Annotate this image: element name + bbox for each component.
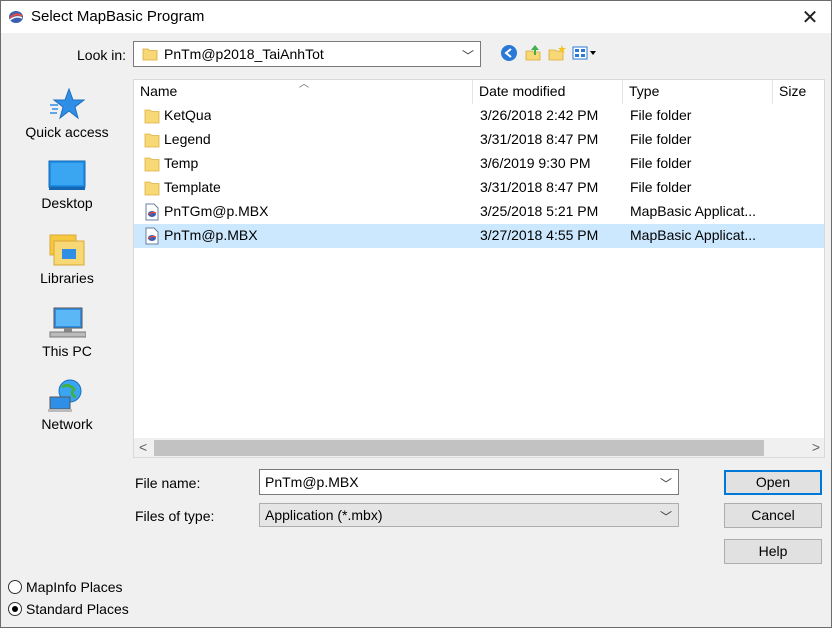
file-type-value: Application (*.mbx) xyxy=(265,507,383,523)
open-button[interactable]: Open xyxy=(724,470,822,495)
folder-icon xyxy=(144,133,160,148)
up-folder-icon xyxy=(525,45,541,61)
radio-circle xyxy=(8,580,22,594)
file-type: MapBasic Applicat... xyxy=(630,227,757,243)
file-name-input[interactable]: PnTm@p.MBX ﹀ xyxy=(259,469,679,495)
computer-icon xyxy=(49,307,86,338)
column-type[interactable]: Type xyxy=(623,80,773,104)
navigation-toolbar xyxy=(500,43,598,63)
back-arrow-icon xyxy=(501,45,517,61)
quick-access-star-icon xyxy=(50,87,85,120)
new-folder-icon xyxy=(548,45,566,61)
scroll-right-icon[interactable]: > xyxy=(812,439,820,455)
file-type-dropdown[interactable]: Application (*.mbx) ﹀ xyxy=(259,503,679,527)
column-name[interactable]: Name xyxy=(134,80,473,104)
file-type: File folder xyxy=(630,131,692,147)
help-button[interactable]: Help xyxy=(724,539,822,564)
file-date: 3/27/2018 4:55 PM xyxy=(480,227,599,243)
file-row[interactable]: KetQua 3/26/2018 2:42 PM File folder xyxy=(134,104,824,128)
place-label: Network xyxy=(41,416,93,432)
file-name: KetQua xyxy=(164,107,212,123)
view-menu-button[interactable] xyxy=(572,44,598,62)
file-type: MapBasic Applicat... xyxy=(630,203,757,219)
window-title: Select MapBasic Program xyxy=(31,8,205,25)
file-list[interactable]: ︿ Name Date modified Type Size KetQua 3/… xyxy=(133,79,825,458)
file-date: 3/6/2019 9:30 PM xyxy=(480,155,591,171)
file-row[interactable]: PnTGm@p.MBX 3/25/2018 5:21 PM MapBasic A… xyxy=(134,200,824,224)
close-icon: ✕ xyxy=(801,6,819,29)
file-row[interactable]: Temp 3/6/2019 9:30 PM File folder xyxy=(134,152,824,176)
file-row[interactable]: Template 3/31/2018 8:47 PM File folder xyxy=(134,176,824,200)
radio-label: Standard Places xyxy=(26,601,129,617)
folder-icon xyxy=(142,48,158,61)
file-name-label: File name: xyxy=(135,475,201,491)
close-button[interactable]: ✕ xyxy=(795,3,825,31)
radio-label: MapInfo Places xyxy=(26,579,123,595)
file-name: Temp xyxy=(164,155,199,171)
place-label: Quick access xyxy=(25,124,109,140)
place-label: Desktop xyxy=(41,195,93,211)
file-row-selected[interactable]: PnTm@p.MBX 3/27/2018 4:55 PM MapBasic Ap… xyxy=(134,224,824,248)
file-date: 3/31/2018 8:47 PM xyxy=(480,131,599,147)
chevron-down-icon: ﹀ xyxy=(461,49,474,63)
file-type: File folder xyxy=(630,179,692,195)
file-name-value: PnTm@p.MBX xyxy=(265,474,359,490)
mapinfo-places-radio[interactable]: MapInfo Places xyxy=(8,578,123,596)
place-label: This PC xyxy=(42,343,92,359)
file-row[interactable]: Legend 3/31/2018 8:47 PM File folder xyxy=(134,128,824,152)
new-folder-button[interactable] xyxy=(548,44,566,62)
folder-icon xyxy=(144,181,160,196)
folder-icon xyxy=(144,109,160,124)
title-bar: Select MapBasic Program ✕ xyxy=(0,0,832,33)
place-network[interactable]: Network xyxy=(8,379,126,449)
file-name: Template xyxy=(164,179,221,195)
cancel-button[interactable]: Cancel xyxy=(724,503,822,528)
column-size[interactable]: Size xyxy=(773,80,824,104)
file-date: 3/25/2018 5:21 PM xyxy=(480,203,599,219)
radio-circle-selected xyxy=(8,602,22,616)
scroll-left-icon[interactable]: < xyxy=(139,439,147,455)
look-in-value: PnTm@p2018_TaiAnhTot xyxy=(164,46,324,62)
place-this-pc[interactable]: This PC xyxy=(8,306,126,376)
horizontal-scrollbar[interactable]: < > xyxy=(134,438,824,457)
chevron-down-icon[interactable]: ﹀ xyxy=(660,475,672,492)
mbx-file-icon xyxy=(145,203,159,221)
place-quick-access[interactable]: Quick access xyxy=(8,87,126,157)
standard-places-radio[interactable]: Standard Places xyxy=(8,600,129,618)
mbx-file-icon xyxy=(145,227,159,245)
desktop-icon xyxy=(48,160,86,190)
column-header-row: ︿ Name Date modified Type Size xyxy=(134,80,824,104)
file-date: 3/31/2018 8:47 PM xyxy=(480,179,599,195)
file-type-label: Files of type: xyxy=(135,508,215,524)
libraries-icon xyxy=(49,234,85,266)
place-desktop[interactable]: Desktop xyxy=(8,160,126,230)
place-label: Libraries xyxy=(40,270,94,286)
view-menu-icon xyxy=(572,46,596,60)
look-in-label: Look in: xyxy=(77,47,127,63)
mapbasic-app-icon xyxy=(9,11,23,23)
file-type: File folder xyxy=(630,107,692,123)
file-type: File folder xyxy=(630,155,692,171)
file-date: 3/26/2018 2:42 PM xyxy=(480,107,599,123)
back-button[interactable] xyxy=(500,44,518,62)
folder-icon xyxy=(144,157,160,172)
file-name: PnTGm@p.MBX xyxy=(164,203,269,219)
place-libraries[interactable]: Libraries xyxy=(8,233,126,303)
column-date-modified[interactable]: Date modified xyxy=(473,80,623,104)
up-folder-button[interactable] xyxy=(524,44,542,62)
network-icon xyxy=(48,379,82,412)
file-name: PnTm@p.MBX xyxy=(164,227,258,243)
look-in-dropdown[interactable]: PnTm@p2018_TaiAnhTot ﹀ xyxy=(133,41,481,67)
chevron-down-icon: ﹀ xyxy=(659,510,672,524)
scrollbar-thumb[interactable] xyxy=(154,440,764,456)
file-name: Legend xyxy=(164,131,211,147)
places-bar: Quick access Desktop Libraries This PC N… xyxy=(8,79,126,563)
